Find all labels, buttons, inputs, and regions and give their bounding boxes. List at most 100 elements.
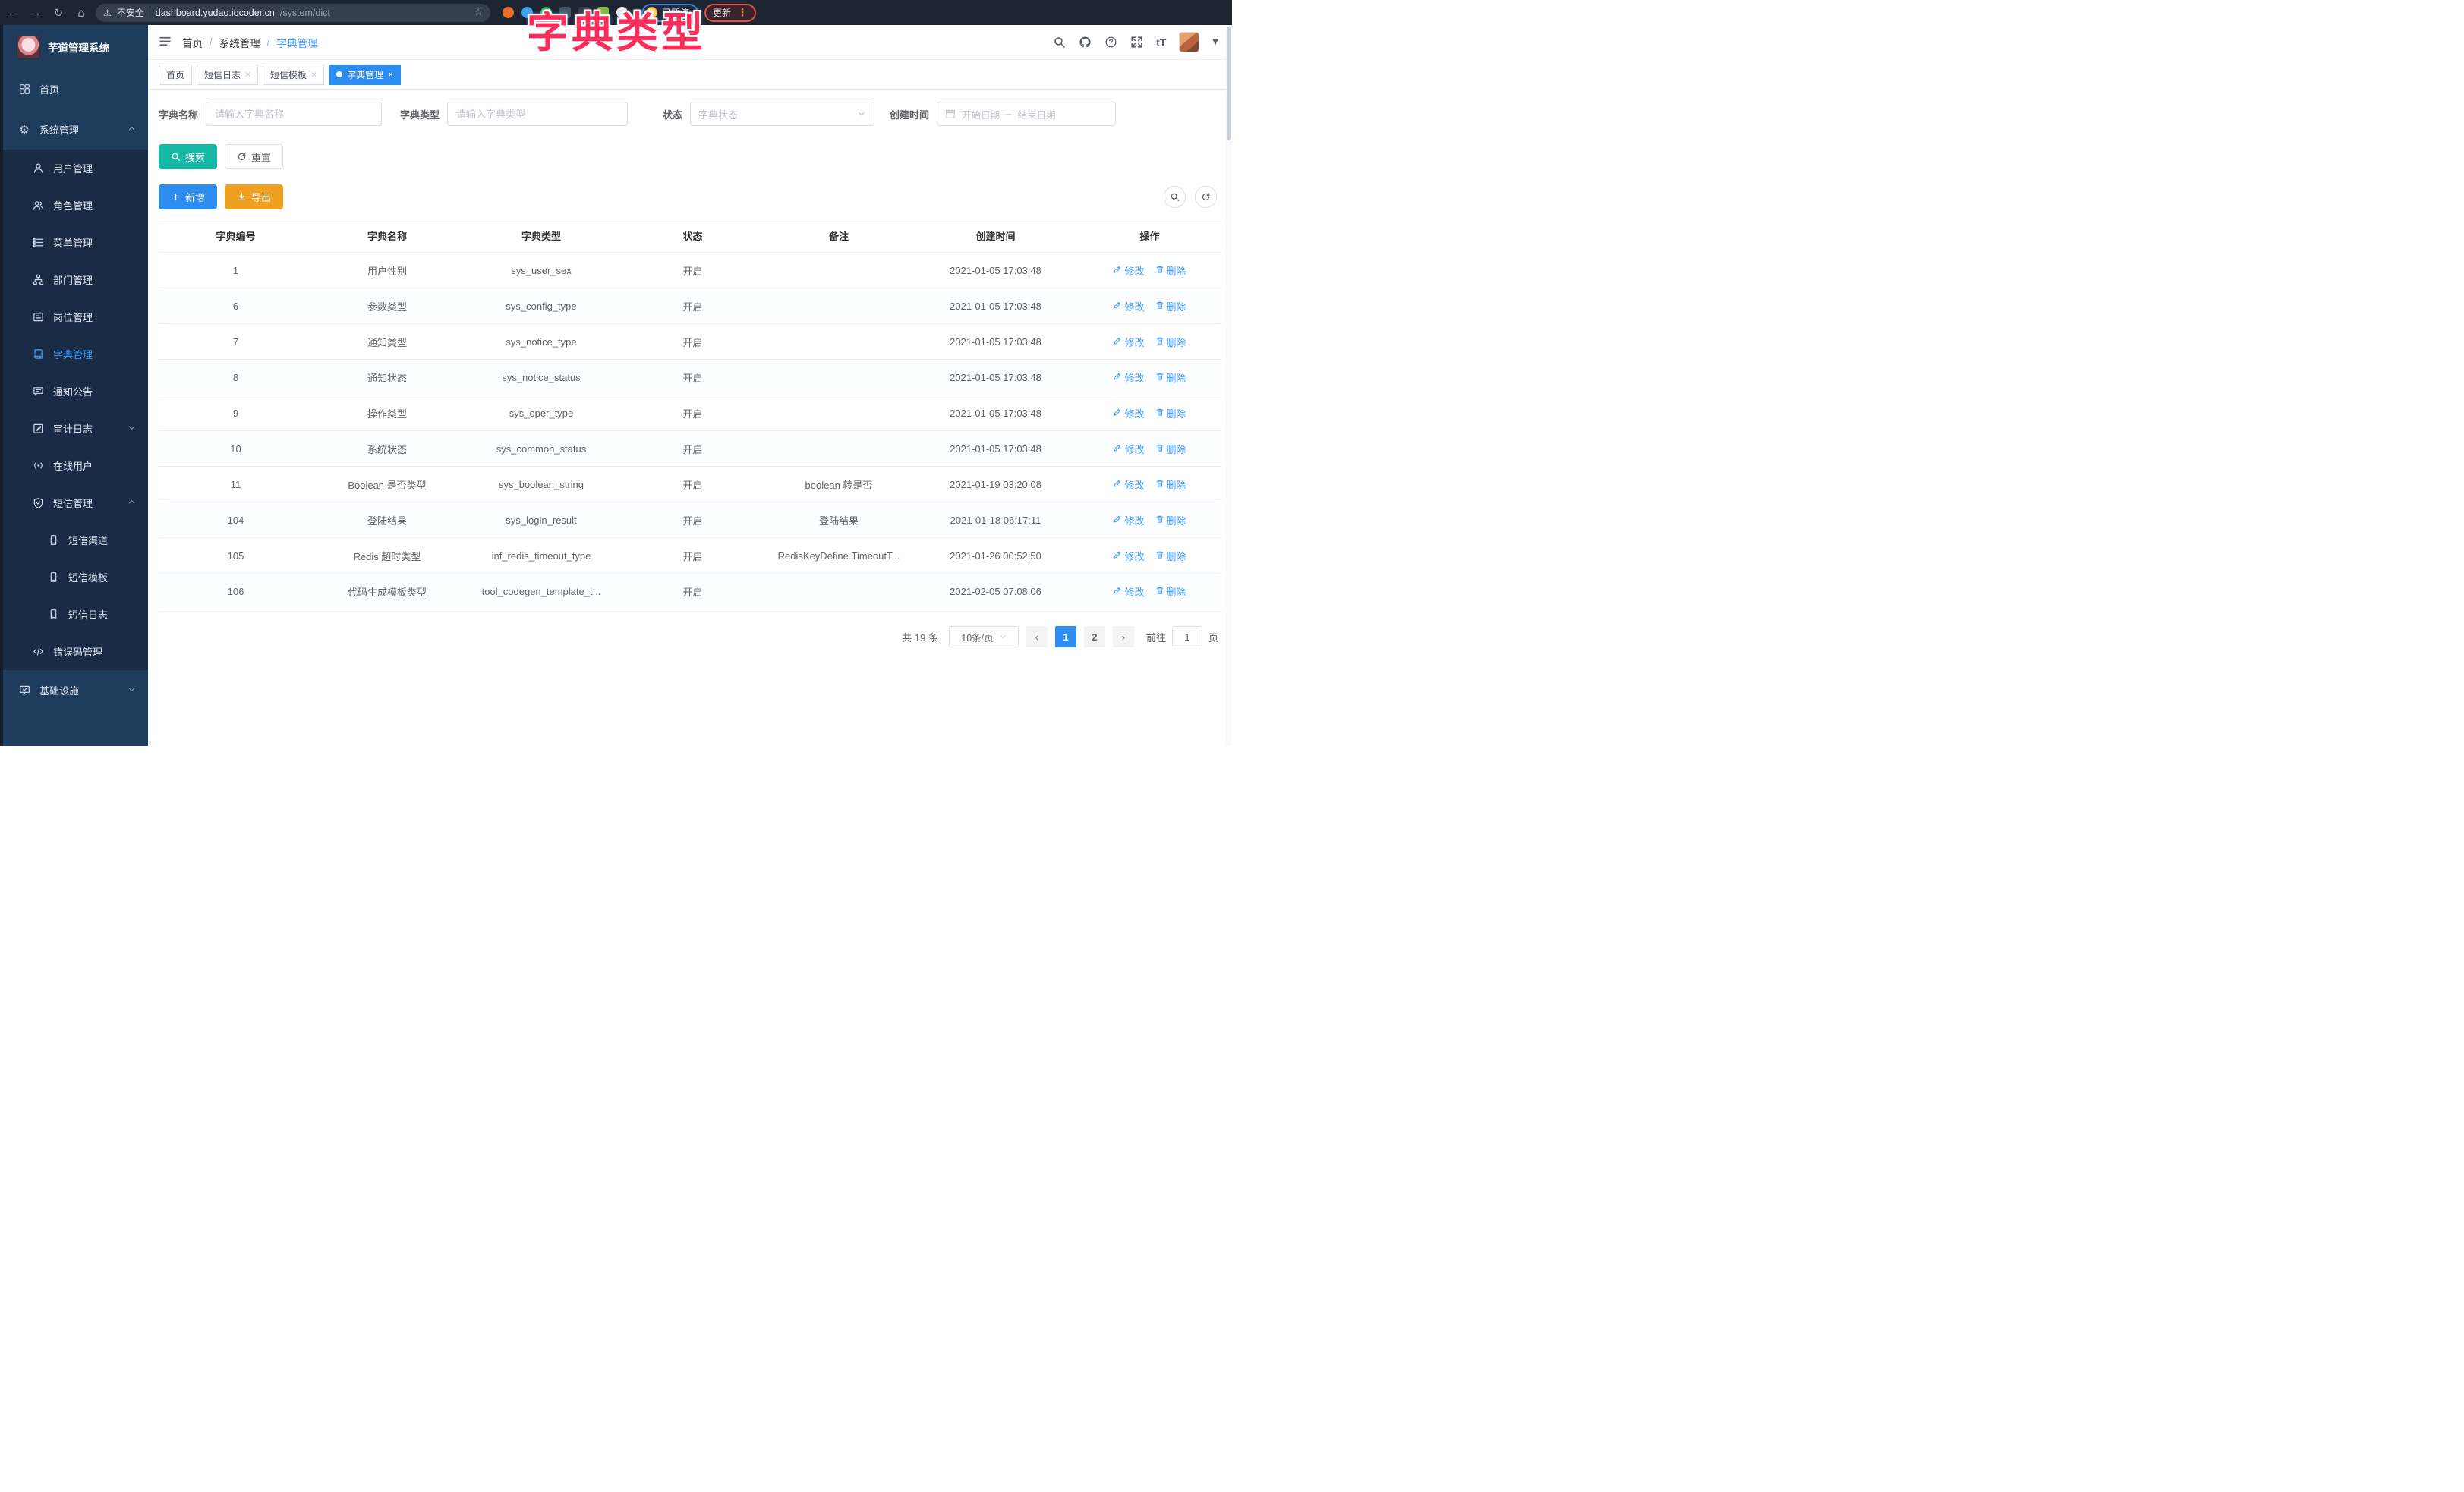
breadcrumb-home[interactable]: 首页 <box>182 35 203 50</box>
sidebar-item-字典管理[interactable]: 字典管理 <box>3 335 148 373</box>
edit-link[interactable]: 修改 <box>1113 549 1144 563</box>
cell-dict-type-link[interactable]: sys_notice_status <box>462 360 621 395</box>
cell-dict-type-link[interactable]: sys_boolean_string <box>462 467 621 502</box>
extension-icon-on-switch[interactable]: on <box>578 7 590 18</box>
edit-link[interactable]: 修改 <box>1113 335 1144 349</box>
edit-link[interactable]: 修改 <box>1113 442 1144 456</box>
edit-link[interactable]: 修改 <box>1113 299 1144 313</box>
delete-link[interactable]: 删除 <box>1155 406 1186 420</box>
search-button[interactable]: 搜索 <box>159 144 217 169</box>
caret-down-icon[interactable]: ▼ <box>1212 38 1218 46</box>
forward-icon[interactable]: → <box>27 5 44 21</box>
scrollbar[interactable] <box>1226 25 1232 746</box>
prev-page-button[interactable]: ‹ <box>1026 626 1048 647</box>
sidebar-item-短信渠道[interactable]: 短信渠道 <box>3 521 148 559</box>
delete-link[interactable]: 删除 <box>1155 477 1186 492</box>
sidebar-item-首页[interactable]: 首页 <box>3 69 148 109</box>
extension-icon-orange[interactable] <box>503 7 514 18</box>
paused-badge[interactable]: 已暂停 <box>641 4 698 22</box>
font-size-icon[interactable]: tT <box>1156 36 1166 49</box>
sidebar-item-用户管理[interactable]: 用户管理 <box>3 150 148 187</box>
sidebar-item-审计日志[interactable]: 审计日志 <box>3 410 148 447</box>
tab-短信模板[interactable]: 短信模板× <box>263 65 324 85</box>
bookmark-star-icon[interactable]: ☆ <box>474 7 483 18</box>
github-icon[interactable] <box>1079 36 1092 49</box>
page-button-2[interactable]: 2 <box>1084 626 1105 647</box>
search-icon[interactable] <box>1053 36 1066 49</box>
delete-link[interactable]: 删除 <box>1155 549 1186 563</box>
delete-link[interactable]: 删除 <box>1155 370 1186 385</box>
help-icon[interactable] <box>1104 36 1117 49</box>
delete-link[interactable]: 删除 <box>1155 263 1186 278</box>
sidebar-item-系统管理[interactable]: ⚙系统管理 <box>3 109 148 150</box>
delete-link[interactable]: 删除 <box>1155 299 1186 313</box>
extension-icon-grid[interactable] <box>559 7 571 18</box>
delete-link[interactable]: 删除 <box>1155 335 1186 349</box>
edit-link[interactable]: 修改 <box>1113 263 1144 278</box>
cell-dict-type-link[interactable]: sys_login_result <box>462 502 621 538</box>
page-size-select[interactable]: 10条/页 <box>949 626 1019 647</box>
delete-link[interactable]: 删除 <box>1155 513 1186 527</box>
sidebar-item-基础设施[interactable]: 基础设施 <box>3 670 148 710</box>
cell-dict-type-link[interactable]: sys_config_type <box>462 288 621 324</box>
reload-icon[interactable]: ↻ <box>50 5 67 21</box>
delete-link[interactable]: 删除 <box>1155 442 1186 456</box>
hamburger-icon[interactable] <box>159 35 172 50</box>
tab-短信日志[interactable]: 短信日志× <box>197 65 258 85</box>
show-search-button[interactable] <box>1164 186 1186 208</box>
dict-type-input[interactable] <box>447 102 628 126</box>
sidebar-item-角色管理[interactable]: 角色管理 <box>3 187 148 224</box>
close-icon[interactable]: × <box>311 69 317 80</box>
sidebar-item-短信日志[interactable]: 短信日志 <box>3 596 148 633</box>
scrollbar-thumb[interactable] <box>1227 27 1231 140</box>
sidebar-item-通知公告[interactable]: 通知公告 <box>3 373 148 410</box>
edit-link[interactable]: 修改 <box>1113 513 1144 527</box>
cell-dict-type-link[interactable]: sys_user_sex <box>462 253 621 288</box>
kebab-menu-icon[interactable]: ⋮ <box>737 6 748 19</box>
status-select[interactable]: 字典状态 <box>690 102 874 126</box>
goto-page-input[interactable] <box>1172 626 1202 647</box>
address-bar[interactable]: ⚠ 不安全 dashboard.yudao.iocoder.cn/system/… <box>96 4 490 22</box>
breadcrumb-system[interactable]: 系统管理 <box>219 35 260 50</box>
refresh-table-button[interactable] <box>1195 186 1217 208</box>
sidebar-item-label: 审计日志 <box>53 421 118 436</box>
fullscreen-icon[interactable] <box>1130 36 1143 49</box>
page-button-1[interactable]: 1 <box>1055 626 1076 647</box>
sidebar-item-菜单管理[interactable]: 菜单管理 <box>3 224 148 261</box>
close-icon[interactable]: × <box>388 69 393 80</box>
sidebar-item-错误码管理[interactable]: 错误码管理 <box>3 633 148 670</box>
edit-link[interactable]: 修改 <box>1113 584 1144 599</box>
sidebar-item-部门管理[interactable]: 部门管理 <box>3 261 148 298</box>
reset-button[interactable]: 重置 <box>225 144 283 169</box>
avatar[interactable] <box>1179 32 1199 52</box>
cell-dict-type-link[interactable]: sys_oper_type <box>462 395 621 431</box>
sidebar-item-在线用户[interactable]: 在线用户 <box>3 447 148 484</box>
tab-字典管理[interactable]: 字典管理× <box>329 65 401 85</box>
cell-dict-type-link[interactable]: tool_codegen_template_t... <box>462 574 621 609</box>
tab-首页[interactable]: 首页 <box>159 65 192 85</box>
extension-icon-leaf[interactable] <box>597 7 609 18</box>
extension-icon-blue[interactable] <box>521 7 533 18</box>
cell-dict-type-link[interactable]: sys_notice_type <box>462 324 621 360</box>
update-button[interactable]: 更新 ⋮ <box>704 4 756 22</box>
sidebar-item-短信模板[interactable]: 短信模板 <box>3 559 148 596</box>
close-icon[interactable]: × <box>245 69 250 80</box>
sidebar-item-短信管理[interactable]: 短信管理 <box>3 484 148 521</box>
edit-link[interactable]: 修改 <box>1113 406 1144 420</box>
sidebar-item-岗位管理[interactable]: 岗位管理 <box>3 298 148 335</box>
cell-dict-type-link[interactable]: sys_common_status <box>462 431 621 467</box>
export-button[interactable]: 导出 <box>225 184 283 209</box>
delete-link[interactable]: 删除 <box>1155 584 1186 599</box>
home-icon[interactable]: ⌂ <box>73 5 90 21</box>
edit-link[interactable]: 修改 <box>1113 370 1144 385</box>
cell-dict-type-link[interactable]: inf_redis_timeout_type <box>462 538 621 574</box>
sidebar-logo[interactable]: 芋道管理系统 <box>3 25 148 69</box>
date-range-picker[interactable]: 开始日期 ~ 结束日期 <box>937 102 1116 126</box>
next-page-button[interactable]: › <box>1113 626 1134 647</box>
dict-name-input[interactable] <box>206 102 382 126</box>
edit-link[interactable]: 修改 <box>1113 477 1144 492</box>
add-button[interactable]: 新增 <box>159 184 217 209</box>
back-icon[interactable]: ← <box>5 5 21 21</box>
extension-icon-ghost[interactable] <box>616 7 628 18</box>
extension-icon-green[interactable] <box>540 7 552 18</box>
